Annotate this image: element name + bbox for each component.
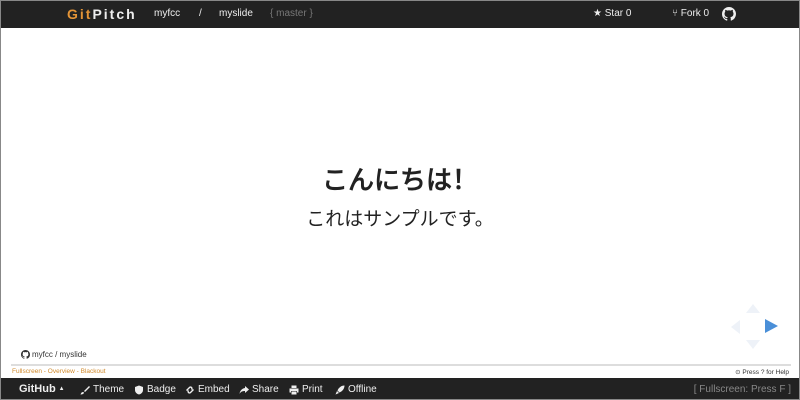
view-mode-links: Fullscreen - Overview - Blackout [12, 368, 106, 375]
nav-left-arrow-icon[interactable] [731, 320, 740, 334]
repo-link-label: myfcc / myslide [32, 350, 87, 359]
caret-up-icon: ▲ [58, 386, 65, 392]
brand-pitch: Pitch [92, 6, 137, 22]
breadcrumb-branch[interactable]: { master } [270, 8, 313, 19]
breadcrumb-user[interactable]: myfcc [154, 8, 180, 19]
fullscreen-hint: [ Fullscreen: Press F ] [693, 384, 791, 395]
github-menu-label: GitHub [19, 383, 56, 395]
gitpitch-viewer: GitPitch myfcc / myslide { master } ★ St… [0, 0, 800, 400]
breadcrumb-separator: / [199, 8, 202, 19]
badge-button[interactable]: Badge [134, 384, 176, 395]
rocket-icon [335, 385, 345, 394]
slide-navigation [729, 304, 781, 352]
brand-git: Git [67, 6, 93, 22]
fork-icon: ⑂ [672, 8, 681, 19]
offline-button[interactable]: Offline [335, 384, 377, 395]
top-navbar: GitPitch myfcc / myslide { master } ★ St… [1, 1, 799, 28]
repo-link[interactable]: myfcc / myslide [21, 350, 87, 359]
github-icon[interactable] [722, 7, 736, 21]
theme-label: Theme [93, 384, 125, 395]
fullscreen-link[interactable]: Fullscreen [12, 368, 42, 375]
link-icon [186, 385, 194, 394]
printer-icon [289, 385, 299, 394]
overview-link[interactable]: Overview [48, 368, 75, 375]
fork-button[interactable]: ⑂ Fork 0 [672, 8, 709, 19]
slide-subheading: これはサンプルです。 [306, 209, 494, 230]
nav-down-arrow-icon[interactable] [746, 340, 760, 349]
print-label: Print [302, 384, 323, 395]
print-button[interactable]: Print [289, 384, 323, 395]
shield-icon [135, 385, 143, 394]
share-label: Share [252, 384, 279, 395]
brand-logo[interactable]: GitPitch [67, 6, 137, 22]
nav-up-arrow-icon[interactable] [746, 304, 760, 313]
star-button[interactable]: ★ Star 0 [593, 8, 631, 19]
offline-label: Offline [348, 384, 377, 395]
slide-menu-line: Fullscreen - Overview - Blackout ⊙ Press… [1, 366, 799, 377]
share-arrow-icon [239, 385, 249, 394]
embed-button[interactable]: Embed [185, 384, 230, 395]
nav-right-arrow-icon[interactable] [765, 319, 778, 333]
embed-label: Embed [198, 384, 230, 395]
brush-icon [80, 385, 90, 394]
github-menu-button[interactable]: GitHub ▲ [19, 383, 65, 395]
share-button[interactable]: Share [239, 384, 279, 395]
theme-button[interactable]: Theme [80, 384, 124, 395]
help-hint[interactable]: ⊙ Press ? for Help [735, 368, 789, 376]
github-icon [21, 350, 30, 359]
bottom-toolbar: GitHub ▲ Theme Badge Embed Share Print Of… [1, 378, 799, 399]
slide-area: こんにちは！ これはサンプルです。 myfcc / myslide [1, 28, 799, 364]
slide-heading: こんにちは！ [321, 165, 478, 195]
badge-label: Badge [147, 384, 176, 395]
blackout-link[interactable]: Blackout [81, 368, 106, 375]
fork-label: Fork 0 [680, 8, 710, 19]
breadcrumb-repo[interactable]: myslide [219, 8, 253, 19]
